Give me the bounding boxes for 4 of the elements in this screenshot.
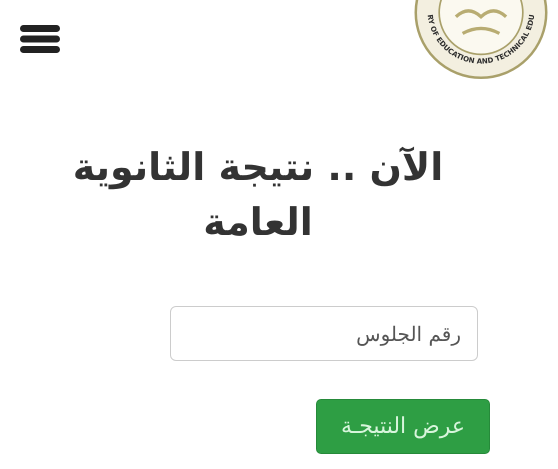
page-title: الآن .. نتيجة الثانوية العامة: [72, 144, 444, 246]
show-result-button[interactable]: عرض النتيجـة: [316, 399, 490, 454]
menu-icon[interactable]: [20, 25, 60, 53]
seat-number-field[interactable]: رقم الجلوس: [170, 306, 478, 361]
